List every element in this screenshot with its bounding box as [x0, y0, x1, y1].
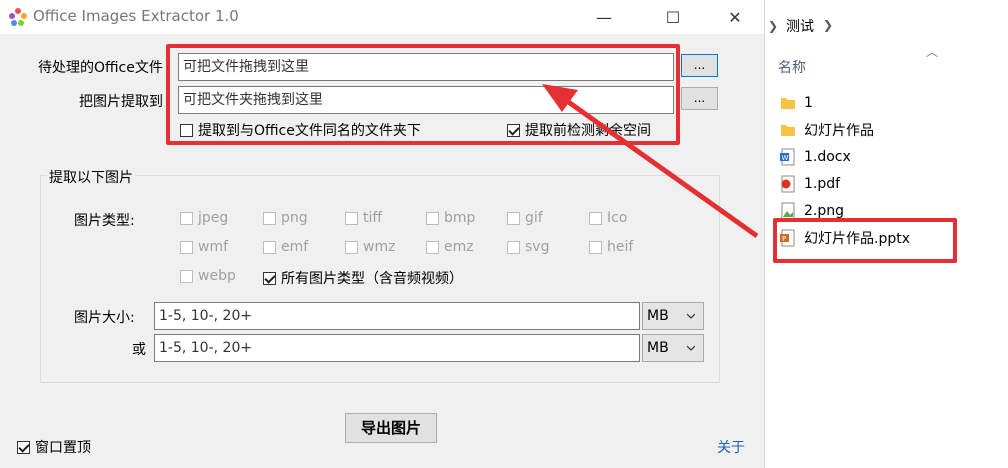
type-checkbox[interactable]	[180, 269, 193, 283]
about-link[interactable]: 关于	[717, 437, 745, 457]
type-option-ico[interactable]: Ico	[589, 210, 627, 226]
all-types-option[interactable]: 所有图片类型（含音频视频）	[263, 268, 463, 288]
file-list-item[interactable]: 幻灯片作品	[780, 118, 874, 142]
image-size-label: 图片大小:	[74, 310, 135, 326]
maximize-icon: ☐	[665, 7, 681, 27]
group-title: 提取以下图片	[47, 167, 135, 187]
chevron-down-icon	[687, 313, 695, 319]
breadcrumb[interactable]: 测试	[786, 16, 814, 36]
file-name: 幻灯片作品	[804, 123, 874, 139]
type-label: webp	[198, 268, 236, 284]
type-option-heif[interactable]: heif	[589, 239, 633, 255]
or-label: 或	[132, 342, 146, 358]
name-column-header[interactable]: 名称	[778, 57, 806, 77]
type-label: wmz	[363, 239, 396, 255]
svg-text:W: W	[782, 154, 789, 162]
type-option-wmz[interactable]: wmz	[345, 239, 395, 255]
source-browse-button[interactable]: ...	[681, 54, 718, 77]
type-checkbox[interactable]	[345, 211, 358, 225]
type-option-svg[interactable]: svg	[507, 239, 549, 255]
type-checkbox[interactable]	[426, 240, 439, 254]
minimize-button[interactable]: —	[581, 0, 627, 34]
type-label: gif	[525, 210, 543, 226]
chevron-down-icon	[687, 345, 695, 351]
target-browse-button[interactable]: ...	[681, 87, 718, 110]
minimize-icon: —	[596, 7, 612, 27]
image-types-label: 图片类型:	[74, 213, 135, 229]
close-icon: ✕	[728, 7, 742, 27]
highlight-box-file	[773, 218, 957, 263]
type-label: svg	[525, 239, 550, 255]
type-checkbox[interactable]	[263, 211, 276, 225]
topmost-label: 窗口置顶	[35, 440, 91, 456]
type-option-jpeg[interactable]: jpeg	[180, 210, 228, 226]
all-types-label: 所有图片类型（含音频视频）	[281, 271, 463, 287]
size-unit-1-value: MB	[647, 308, 669, 324]
pdf-icon	[780, 175, 796, 193]
file-name: 2.png	[804, 203, 845, 219]
topmost-option[interactable]: 窗口置顶	[17, 437, 91, 457]
type-checkbox[interactable]	[589, 240, 602, 254]
type-label: bmp	[444, 210, 476, 226]
export-images-button[interactable]: 导出图片	[345, 413, 437, 443]
window-title: Office Images Extractor 1.0	[33, 7, 239, 25]
all-types-checkbox[interactable]	[263, 271, 276, 285]
type-checkbox[interactable]	[180, 240, 193, 254]
close-button[interactable]: ✕	[712, 0, 758, 34]
chevron-right-icon: ❯	[768, 19, 779, 33]
topmost-checkbox[interactable]	[17, 440, 30, 454]
word-icon: W	[780, 148, 796, 166]
file-name: 1.pdf	[804, 176, 841, 192]
maximize-button[interactable]: ☐	[650, 0, 696, 34]
source-file-label: 待处理的Office文件	[38, 60, 163, 76]
file-list-item[interactable]: W 1.docx	[780, 145, 851, 169]
size-unit-select-2[interactable]: MB	[642, 334, 704, 362]
type-label: emf	[281, 239, 309, 255]
size-unit-2-value: MB	[647, 340, 669, 356]
type-checkbox[interactable]	[180, 211, 193, 225]
size-input-2[interactable]: 1-5, 10-, 20+	[154, 334, 640, 362]
type-option-gif[interactable]: gif	[507, 210, 543, 226]
type-label: wmf	[198, 239, 229, 255]
type-checkbox[interactable]	[345, 240, 358, 254]
folder-icon	[780, 121, 796, 139]
app-logo-icon	[9, 8, 27, 26]
target-folder-label: 把图片提取到	[79, 94, 163, 110]
type-option-bmp[interactable]: bmp	[426, 210, 475, 226]
file-name: 1.docx	[804, 149, 851, 165]
type-option-wmf[interactable]: wmf	[180, 239, 228, 255]
type-option-png[interactable]: png	[263, 210, 308, 226]
type-checkbox[interactable]	[507, 240, 520, 254]
type-checkbox[interactable]	[426, 211, 439, 225]
type-label: png	[281, 210, 308, 226]
file-list-item[interactable]: 1	[780, 91, 813, 115]
type-checkbox[interactable]	[589, 211, 602, 225]
type-option-webp[interactable]: webp	[180, 268, 236, 284]
file-list-item[interactable]: 1.pdf	[780, 172, 840, 196]
size-unit-select-1[interactable]: MB	[642, 302, 704, 330]
type-option-emf[interactable]: emf	[263, 239, 308, 255]
size-input-1[interactable]: 1-5, 10-, 20+	[154, 302, 640, 330]
type-option-emz[interactable]: emz	[426, 239, 474, 255]
type-label: jpeg	[198, 210, 229, 226]
type-label: tiff	[363, 210, 383, 226]
file-name: 1	[804, 95, 813, 111]
type-label: heif	[607, 239, 634, 255]
type-label: emz	[444, 239, 474, 255]
type-label: Ico	[607, 210, 628, 226]
type-checkbox[interactable]	[263, 240, 276, 254]
chevron-right-icon: ❯	[823, 18, 834, 32]
folder-icon	[780, 94, 796, 112]
type-option-tiff[interactable]: tiff	[345, 210, 382, 226]
title-bar[interactable]: Office Images Extractor 1.0 — ☐ ✕	[0, 0, 764, 34]
sort-up-icon: ︿	[926, 45, 939, 59]
type-checkbox[interactable]	[507, 211, 520, 225]
highlight-box-app	[166, 44, 680, 145]
